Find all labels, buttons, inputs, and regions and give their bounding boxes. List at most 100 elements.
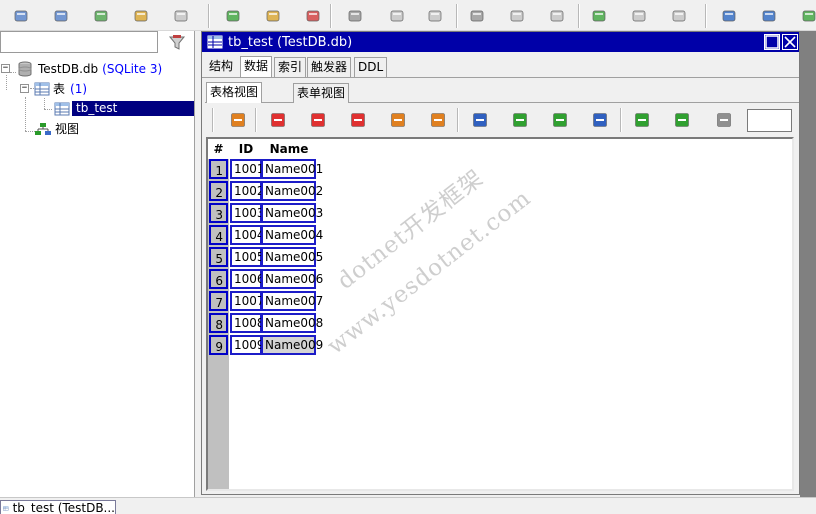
grid-view-icon — [635, 113, 649, 127]
tab-ddl[interactable]: DDL — [354, 57, 388, 77]
cell-name[interactable]: Name006 — [261, 269, 323, 289]
cancel-button[interactable] — [427, 109, 449, 131]
edit-trigger-button[interactable] — [506, 5, 528, 27]
grid-search-input[interactable] — [747, 109, 792, 132]
tab-triggers[interactable]: 触发器 — [307, 57, 352, 77]
cell-id[interactable]: 1001 — [230, 159, 265, 179]
grid-view-button[interactable] — [631, 109, 653, 131]
reload-icon — [231, 113, 245, 127]
export-icon — [717, 113, 731, 127]
column-header-id[interactable]: ID — [230, 139, 262, 159]
tab-form-view[interactable]: 表单视图 — [293, 83, 350, 103]
delete-index-button[interactable] — [424, 5, 446, 27]
cell-id[interactable]: 1004 — [230, 225, 265, 245]
close-button[interactable] — [782, 34, 798, 50]
new-view-button[interactable] — [588, 5, 610, 27]
grid-toolbar — [207, 104, 796, 136]
new-index-button[interactable] — [344, 5, 366, 27]
bottom-tab-label: tb_test (TestDB... — [12, 501, 115, 514]
edit-database-button[interactable] — [130, 5, 152, 27]
next-record-button[interactable] — [549, 109, 571, 131]
cell-id[interactable]: 1005 — [230, 247, 265, 267]
close-icon — [784, 36, 796, 48]
prev-record-button[interactable] — [509, 109, 531, 131]
row-number[interactable]: 6 — [209, 269, 228, 289]
refresh-icon — [802, 10, 816, 22]
bottom-window-tab[interactable]: tb_test (TestDB... — [0, 500, 116, 514]
cell-id[interactable]: 1002 — [230, 181, 265, 201]
right-scrollbar[interactable] — [800, 31, 816, 497]
tab-grid-view[interactable]: 表格视图 — [206, 82, 263, 103]
row-number[interactable]: 7 — [209, 291, 228, 311]
window-title: tb_test (TestDB.db) — [228, 34, 353, 50]
disconnect-button[interactable] — [50, 5, 72, 27]
reload-button[interactable] — [227, 109, 249, 131]
row-number[interactable]: 4 — [209, 225, 228, 245]
tables-label: 表 — [53, 82, 66, 96]
cell-name[interactable]: Name005 — [261, 247, 323, 267]
collapse-icon[interactable]: − — [20, 84, 29, 93]
cascade-windows-button[interactable] — [718, 5, 740, 27]
add-database-icon — [94, 10, 108, 22]
cell-name[interactable]: Name003 — [261, 203, 323, 223]
cell-name[interactable]: Name001 — [261, 159, 323, 179]
tree-item-views[interactable]: 视图 — [34, 120, 79, 137]
maximize-button[interactable] — [764, 34, 780, 50]
table-item-label: tb_test — [72, 101, 194, 116]
tab-indexes[interactable]: 索引 — [274, 57, 307, 77]
tree-filter-input[interactable] — [0, 31, 158, 53]
edit-view-icon — [632, 10, 646, 22]
cell-id[interactable]: 1007 — [230, 291, 265, 311]
column-header-name[interactable]: Name — [262, 139, 316, 159]
row-number[interactable]: 3 — [209, 203, 228, 223]
cell-name[interactable]: Name004 — [261, 225, 323, 245]
cell-id[interactable]: 1006 — [230, 269, 265, 289]
row-number[interactable]: 1 — [209, 159, 228, 179]
tile-windows-button[interactable] — [758, 5, 780, 27]
tree-item-database[interactable]: − TestDB.db (SQLite 3) — [1, 60, 162, 77]
cell-id[interactable]: 1008 — [230, 313, 265, 333]
cell-id[interactable]: 1003 — [230, 203, 265, 223]
delete-view-button[interactable] — [668, 5, 690, 27]
delete-trigger-button[interactable] — [546, 5, 568, 27]
new-table-button[interactable] — [222, 5, 244, 27]
add-database-button[interactable] — [90, 5, 112, 27]
window-titlebar[interactable]: tb_test (TestDB.db) — [202, 32, 799, 52]
row-number[interactable]: 2 — [209, 181, 228, 201]
add-row-button[interactable] — [307, 109, 329, 131]
edit-view-button[interactable] — [628, 5, 650, 27]
cell-name[interactable]: Name007 — [261, 291, 323, 311]
export-button[interactable] — [713, 109, 735, 131]
cell-name[interactable]: Name009 — [261, 335, 323, 355]
cell-id[interactable]: 1009 — [230, 335, 265, 355]
row-number[interactable]: 8 — [209, 313, 228, 333]
collapse-icon[interactable]: − — [1, 64, 10, 73]
tree-item-tb-test[interactable]: tb_test — [54, 100, 194, 117]
new-view-icon — [592, 10, 606, 22]
edit-index-button[interactable] — [386, 5, 408, 27]
row-number[interactable]: 5 — [209, 247, 228, 267]
form-view-button[interactable] — [671, 109, 693, 131]
refresh-button[interactable] — [798, 5, 816, 27]
first-record-button[interactable] — [469, 109, 491, 131]
delete-row-icon — [351, 113, 365, 127]
tree-item-tables[interactable]: − 表 (1) — [20, 80, 87, 97]
last-record-button[interactable] — [589, 109, 611, 131]
edit-table-button[interactable] — [262, 5, 284, 27]
connect-button[interactable] — [10, 5, 32, 27]
tab-data[interactable]: 数据 — [240, 56, 273, 77]
row-number[interactable]: 9 — [209, 335, 228, 355]
new-trigger-button[interactable] — [466, 5, 488, 27]
delete-database-button[interactable] — [170, 5, 192, 27]
cell-name[interactable]: Name008 — [261, 313, 323, 333]
delete-table-button[interactable] — [302, 5, 324, 27]
cell-name[interactable]: Name002 — [261, 181, 323, 201]
filter-button[interactable] — [167, 34, 187, 52]
next-record-icon — [553, 113, 567, 127]
window-tabs-bar: tb_test (TestDB... — [0, 497, 816, 514]
commit-button[interactable] — [387, 109, 409, 131]
tab-structure[interactable]: 结构 — [206, 57, 236, 77]
delete-row-button[interactable] — [347, 109, 369, 131]
column-header-rownum[interactable]: # — [208, 139, 229, 159]
insert-row-button[interactable] — [267, 109, 289, 131]
